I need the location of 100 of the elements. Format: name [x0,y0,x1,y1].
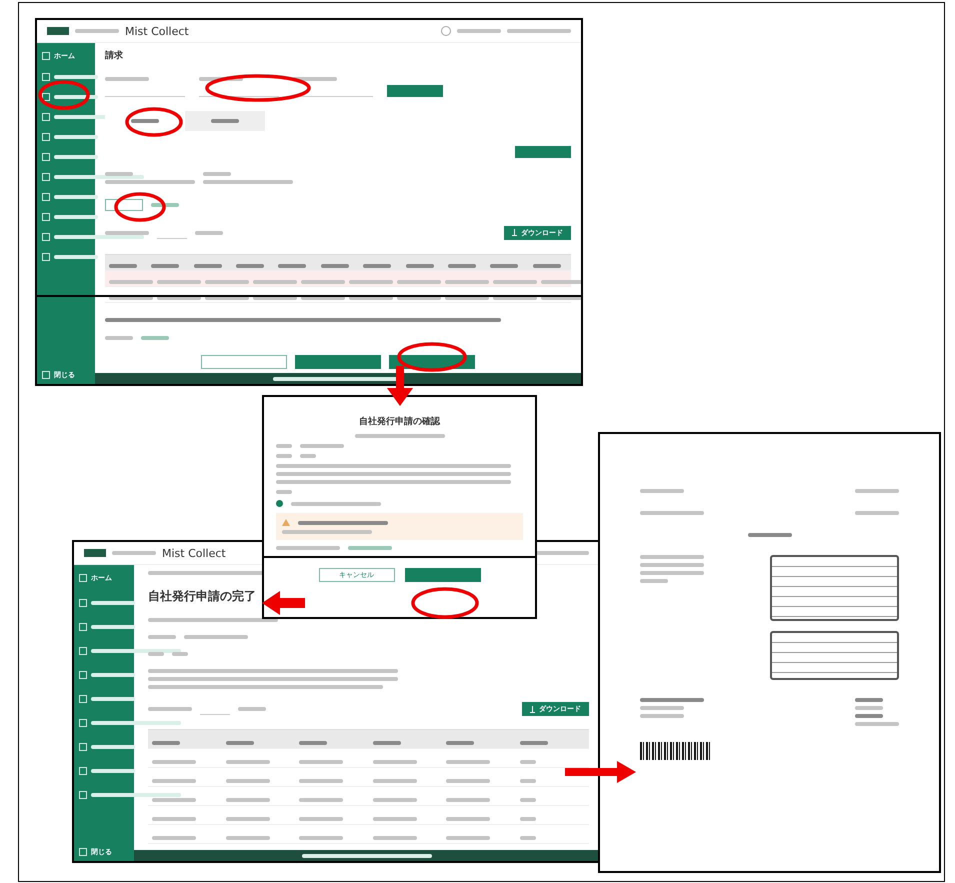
search-button[interactable] [387,84,443,97]
logo-icon [84,549,106,557]
text-placeholder-bar [109,280,153,284]
text-placeholder-bar [300,454,316,458]
menu-item-icon [79,647,87,655]
text-placeholder-bar [211,119,239,124]
text-placeholder-bar [112,551,156,555]
text-placeholder-bar [520,778,536,782]
text-placeholder-bar [640,555,704,559]
text-placeholder-bar [91,769,135,773]
text-placeholder-bar [109,296,153,300]
text-placeholder-bar [320,264,349,268]
text-placeholder-bar [640,579,668,583]
text-placeholder-bar [105,76,149,81]
text-placeholder-bar [91,673,135,677]
text-placeholder-bar [157,280,201,284]
text-placeholder-bar [372,798,416,802]
text-placeholder-bar [194,264,222,268]
text-placeholder-bar [372,778,416,782]
text-placeholder-bar [54,255,98,259]
text-placeholder-bar [151,264,180,268]
text-placeholder-bar [152,778,196,782]
text-placeholder-bar [152,836,196,840]
text-placeholder-bar [406,264,434,268]
text-placeholder-bar [446,816,490,820]
text-placeholder-bar [372,816,416,820]
text-placeholder-bar [493,280,537,284]
text-placeholder-bar [203,172,231,176]
text-placeholder-bar [640,698,704,702]
text-placeholder-bar [397,296,441,300]
radio-button[interactable] [276,500,283,507]
text-placeholder-bar [105,336,133,340]
text-placeholder-bar [446,778,490,782]
text-placeholder-bar [75,29,119,33]
text-placeholder-bar [91,625,135,629]
text-placeholder-bar [226,836,270,840]
text-placeholder-bar [205,280,249,284]
menu-item-icon [42,73,50,81]
menu-item-icon [79,599,87,607]
page-title: 自社発行申請の完了 [148,588,256,605]
text-placeholder-bar [446,740,474,744]
text-placeholder-bar [278,264,306,268]
text-placeholder-bar [152,740,180,744]
menu-item-icon [79,623,87,631]
download-icon [512,229,517,236]
menu-item-icon [79,719,87,727]
text-placeholder-bar [276,444,292,448]
text-placeholder-bar [640,511,704,515]
text-placeholder-bar [299,778,343,782]
menu-item-icon [42,52,50,60]
text-placeholder-bar [520,760,536,764]
logout-icon [79,848,87,856]
text-placeholder-bar [184,635,248,639]
text-placeholder-bar [199,76,243,81]
arrow-drawing [387,366,413,406]
tab[interactable] [185,111,265,132]
menu-item-icon [79,743,87,751]
text-placeholder-bar [152,816,196,820]
text-placeholder-bar [301,296,345,300]
text-placeholder-bar [151,202,179,207]
text-placeholder-bar [299,816,343,820]
text-placeholder-bar [349,296,393,300]
text-placeholder-bar [54,215,98,219]
text-placeholder-bar [148,707,192,711]
highlight-ellipse [411,587,479,619]
highlight-ellipse [397,342,467,372]
text-placeholder-bar [372,760,416,764]
highlight-ellipse [114,192,166,222]
menu-item-icon [79,791,87,799]
text-placeholder-bar [148,635,176,639]
menu-item-icon [79,695,87,703]
primary-button[interactable] [295,354,381,369]
text-placeholder-bar [457,29,501,33]
text-placeholder-bar [54,155,98,159]
text-placeholder-bar [446,760,490,764]
text-placeholder-bar [445,280,489,284]
text-placeholder-bar [54,135,98,139]
text-placeholder-bar [541,280,581,284]
text-placeholder-bar [226,778,270,782]
text-placeholder-bar [520,740,548,744]
text-placeholder-bar [363,264,392,268]
text-placeholder-bar [226,740,254,744]
text-placeholder-bar [238,707,266,711]
horizontal-scrollbar[interactable] [105,318,502,322]
logo-icon [47,27,69,35]
action-button[interactable] [515,146,571,158]
text-placeholder-bar [640,563,704,567]
text-placeholder-bar [299,740,327,744]
logout-icon [42,371,50,379]
text-placeholder-bar [276,490,292,494]
text-placeholder-bar [446,836,490,840]
text-placeholder-bar [372,836,416,840]
text-placeholder-bar [520,798,536,802]
text-placeholder-bar [349,280,393,284]
text-placeholder-bar [300,444,344,448]
text-placeholder-bar [301,280,345,284]
text-placeholder-bar [640,706,684,710]
menu-item-icon [79,671,87,679]
menu-item-icon [42,113,50,121]
text-placeholder-bar [54,195,98,199]
